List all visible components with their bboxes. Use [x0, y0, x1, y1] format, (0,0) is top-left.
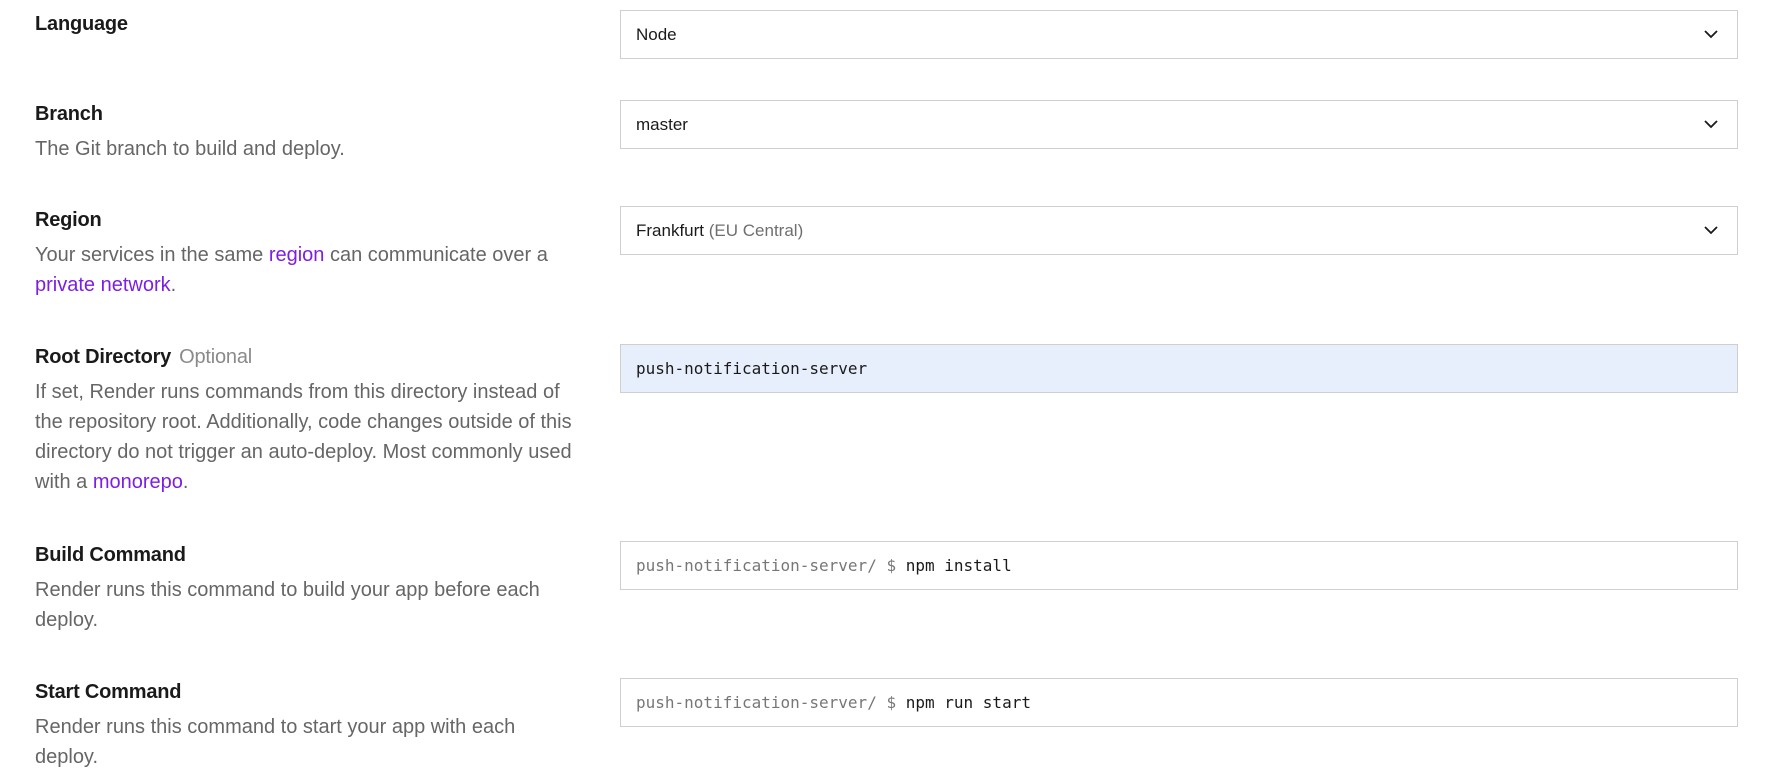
private-network-link[interactable]: private network: [35, 274, 171, 296]
region-help-post: .: [170, 274, 177, 296]
build-command-title: Build Command: [35, 544, 186, 566]
build-command-value-group: push-notification-server/ $ npm install: [636, 556, 1719, 575]
start-command-input[interactable]: push-notification-server/ $ npm run star…: [620, 678, 1738, 727]
region-selected-main: Frankfurt: [636, 220, 705, 240]
language-label-group: Language: [35, 10, 575, 38]
optional-badge: Optional: [179, 346, 253, 368]
region-selected-sub: (EU Central): [708, 220, 804, 240]
root-directory-help-text: If set, Render runs commands from this d…: [35, 377, 575, 497]
region-title: Region: [35, 209, 102, 231]
root-directory-input[interactable]: push-notification-server: [620, 344, 1738, 393]
chevron-down-icon: [1703, 27, 1719, 43]
start-command-value: npm run start: [905, 693, 1031, 712]
branch-help-text: The Git branch to build and deploy.: [35, 138, 345, 160]
root-directory-help-post: .: [182, 471, 189, 493]
chevron-down-icon: [1703, 223, 1719, 239]
start-command-title: Start Command: [35, 681, 182, 703]
region-selected-value: Frankfurt (EU Central): [636, 221, 1703, 241]
start-command-value-group: push-notification-server/ $ npm run star…: [636, 693, 1719, 712]
branch-selected-value: master: [636, 114, 688, 134]
monorepo-link[interactable]: monorepo: [93, 471, 183, 493]
region-label-group: Region Your services in the same region …: [35, 206, 575, 300]
start-command-help-text: Render runs this command to start your a…: [35, 716, 516, 768]
language-title: Language: [35, 13, 128, 35]
build-command-help-text: Render runs this command to build your a…: [35, 579, 540, 631]
root-directory-title-text: Root Directory: [35, 346, 172, 368]
region-help-mid: can communicate over a: [324, 244, 548, 266]
language-select[interactable]: Node: [620, 10, 1738, 59]
branch-select[interactable]: master: [620, 100, 1738, 149]
branch-label-group: Branch The Git branch to build and deplo…: [35, 100, 575, 164]
region-link[interactable]: region: [269, 244, 325, 266]
region-select[interactable]: Frankfurt (EU Central): [620, 206, 1738, 255]
root-directory-value: push-notification-server: [636, 359, 868, 378]
build-command-value: npm install: [905, 556, 1012, 575]
root-directory-label-group: Root Directory Optional If set, Render ru…: [35, 343, 575, 497]
branch-title: Branch: [35, 103, 103, 125]
region-help-text: Your services in the same region can com…: [35, 240, 575, 300]
start-command-label-group: Start Command Render runs this command t…: [35, 678, 575, 772]
region-help-pre: Your services in the same: [35, 244, 269, 266]
language-selected-value: Node: [636, 24, 677, 44]
build-command-input[interactable]: push-notification-server/ $ npm install: [620, 541, 1738, 590]
build-command-label-group: Build Command Render runs this command t…: [35, 541, 575, 635]
start-command-prefix: push-notification-server/ $: [636, 693, 897, 712]
chevron-down-icon: [1703, 117, 1719, 133]
build-command-prefix: push-notification-server/ $: [636, 556, 897, 575]
service-settings-form: Language Node Branch The Git branch to b…: [0, 0, 1765, 779]
root-directory-title: Root Directory Optional: [35, 343, 575, 371]
